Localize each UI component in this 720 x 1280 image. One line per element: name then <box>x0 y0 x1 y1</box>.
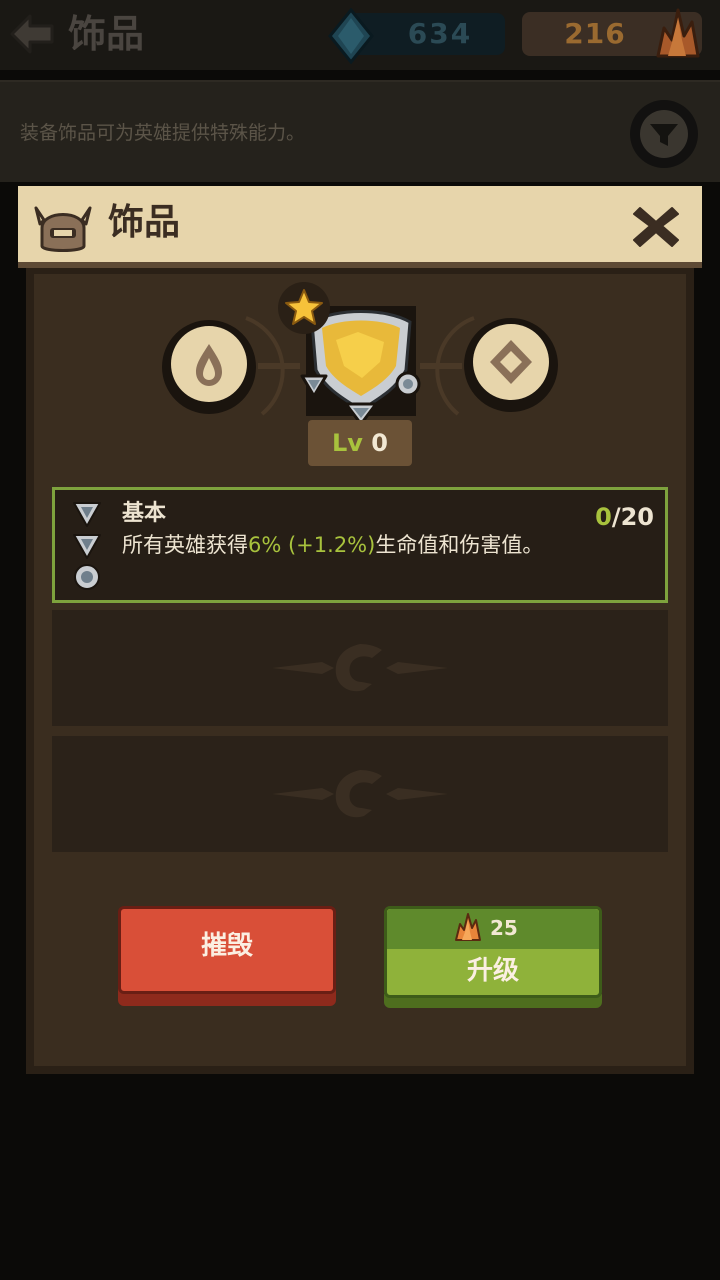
upgrade-label: 升级 <box>466 956 519 986</box>
close-button[interactable] <box>626 198 686 254</box>
stat-progress: 0/20 <box>560 500 654 534</box>
triangle-gem-icon <box>73 534 101 559</box>
crest-icon <box>272 770 448 818</box>
back-button[interactable] <box>8 12 58 56</box>
level-prefix: Lv <box>332 429 363 457</box>
diamond-icon <box>464 318 558 412</box>
level-value: 0 <box>371 429 388 457</box>
level-badge: Lv 0 <box>308 420 412 466</box>
filter-button[interactable] <box>630 100 698 168</box>
triangle-gem-icon <box>73 502 101 527</box>
progress-current: 0 <box>595 503 612 531</box>
crystal-icon <box>656 8 700 58</box>
empty-stat-slot <box>52 610 668 726</box>
upgrade-cost: 25 <box>490 916 518 940</box>
close-icon <box>633 207 679 247</box>
back-arrow-icon <box>10 14 54 54</box>
crystal-count: 216 <box>564 17 626 50</box>
upgrade-button[interactable]: 25 升级 <box>384 906 602 1008</box>
page-title: 饰品 <box>68 12 145 56</box>
crystal-icon <box>455 913 481 941</box>
stat-desc-highlight: 6% (+1.2%) <box>248 533 376 557</box>
helmet-icon <box>34 206 92 252</box>
filter-icon <box>640 110 688 158</box>
destroy-button[interactable]: 摧毁 <box>118 906 336 1006</box>
hint-text: 装备饰品可为英雄提供特殊能力。 <box>20 122 306 144</box>
gem-count: 634 <box>407 17 473 50</box>
progress-max: /20 <box>611 503 654 531</box>
drop-icon <box>162 320 256 414</box>
modal-title: 饰品 <box>108 202 181 243</box>
star-icon <box>278 282 330 334</box>
destroy-label: 摧毁 <box>200 931 253 961</box>
slot-diamond[interactable] <box>462 316 560 414</box>
stat-desc-prefix: 所有英雄获得 <box>122 533 248 557</box>
crest-icon <box>272 644 448 692</box>
round-gem-icon <box>74 564 100 590</box>
gem-icon <box>328 8 374 64</box>
stat-description: 所有英雄获得6% (+1.2%)生命值和伤害值。 <box>122 530 543 560</box>
stat-desc-suffix: 生命值和伤害值。 <box>375 533 544 557</box>
empty-stat-slot <box>52 736 668 852</box>
slot-drop[interactable] <box>160 318 258 416</box>
stat-title: 基本 <box>122 501 167 526</box>
